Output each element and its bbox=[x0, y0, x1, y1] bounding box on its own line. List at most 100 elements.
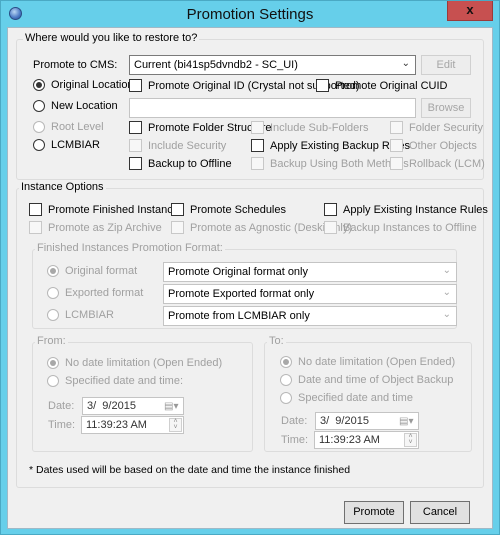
exported-format-select[interactable]: Promote Exported format only ⌄ bbox=[163, 284, 457, 304]
lcmbiar-format-select[interactable]: Promote from LCMBIAR only ⌄ bbox=[163, 306, 457, 326]
checkbox-rollback-lcm[interactable]: Rollback (LCM) bbox=[390, 157, 485, 170]
to-date-label: Date: bbox=[281, 415, 308, 427]
radio-original-location[interactable]: Original Location bbox=[33, 79, 134, 91]
promote-button[interactable]: Promote bbox=[344, 501, 404, 524]
radio-indicator bbox=[47, 309, 59, 321]
radio-indicator bbox=[280, 374, 292, 386]
checkbox-box bbox=[390, 157, 403, 170]
restore-group-label: Where would you like to restore to? bbox=[23, 32, 200, 44]
checkbox-backup-instances-to-offline[interactable]: Backup Instances to Offline bbox=[324, 221, 477, 234]
checkbox-folder-security[interactable]: Folder Security bbox=[390, 121, 483, 134]
checkbox-promote-finished-instances[interactable]: Promote Finished Instances bbox=[29, 203, 184, 216]
date-value: 3/ 9/2015 bbox=[320, 415, 369, 427]
checkbox-include-sub-folders[interactable]: Include Sub-Folders bbox=[251, 121, 368, 134]
from-radio-no-date-limitation[interactable]: No date limitation (Open Ended) bbox=[47, 357, 222, 369]
radio-label: New Location bbox=[51, 100, 118, 112]
to-label: To: bbox=[267, 335, 286, 347]
radio-lcmbiar[interactable]: LCMBIAR bbox=[33, 139, 100, 151]
radio-indicator bbox=[33, 121, 45, 133]
promotion-settings-window: Promotion Settings x Where would you lik… bbox=[0, 0, 500, 535]
close-button[interactable]: x bbox=[447, 1, 493, 21]
checkbox-other-objects[interactable]: Other Objects bbox=[390, 139, 477, 152]
time-value: 11:39:23 AM bbox=[86, 419, 147, 431]
checkbox-promote-schedules[interactable]: Promote Schedules bbox=[171, 203, 286, 216]
radio-label: Original format bbox=[65, 265, 138, 277]
checkbox-backup-using-both-methods[interactable]: Backup Using Both Methods bbox=[251, 157, 409, 170]
radio-indicator bbox=[280, 392, 292, 404]
checkbox-promote-as-zip-archive[interactable]: Promote as Zip Archive bbox=[29, 221, 162, 234]
spinner-icon[interactable]: ˄ ˅ bbox=[404, 433, 417, 447]
checkbox-box bbox=[324, 221, 337, 234]
radio-label: LCMBIAR bbox=[65, 309, 114, 321]
time-value: 11:39:23 AM bbox=[319, 434, 380, 446]
radio-indicator bbox=[33, 100, 45, 112]
checkbox-box bbox=[251, 157, 264, 170]
radio-indicator bbox=[47, 375, 59, 387]
checkbox-promote-original-cuid[interactable]: Promote Original CUID bbox=[316, 79, 447, 92]
checkbox-label: Include Security bbox=[148, 139, 227, 152]
radio-indicator bbox=[47, 357, 59, 369]
radio-indicator bbox=[33, 139, 45, 151]
new-location-path-input[interactable] bbox=[129, 98, 416, 118]
checkbox-box bbox=[29, 203, 42, 216]
checkbox-label: Promote as Zip Archive bbox=[48, 221, 162, 234]
to-radio-specified-date[interactable]: Specified date and time bbox=[280, 392, 413, 404]
spinner-icon[interactable]: ˄ ˅ bbox=[169, 418, 182, 432]
from-date-picker[interactable]: 3/ 9/2015 ▤▾ bbox=[82, 397, 184, 415]
checkbox-box bbox=[129, 139, 142, 152]
calendar-icon[interactable]: ▤▾ bbox=[399, 415, 415, 427]
calendar-icon[interactable]: ▤▾ bbox=[164, 400, 180, 412]
radio-indicator bbox=[47, 265, 59, 277]
from-label: From: bbox=[35, 335, 68, 347]
dialog-body: Where would you like to restore to? Prom… bbox=[7, 27, 493, 529]
checkbox-box bbox=[171, 221, 184, 234]
checkbox-label: Backup Instances to Offline bbox=[343, 221, 477, 234]
checkbox-label: Apply Existing Instance Rules bbox=[343, 203, 488, 216]
checkbox-label: Folder Security bbox=[409, 121, 483, 134]
radio-label: Original Location bbox=[51, 79, 134, 91]
browse-button[interactable]: Browse bbox=[421, 98, 471, 118]
radio-root-level[interactable]: Root Level bbox=[33, 121, 104, 133]
radio-label: LCMBIAR bbox=[51, 139, 100, 151]
checkbox-box bbox=[390, 139, 403, 152]
cancel-button[interactable]: Cancel bbox=[410, 501, 470, 524]
radio-label: No date limitation (Open Ended) bbox=[65, 357, 223, 369]
select-value: Promote from LCMBIAR only bbox=[168, 310, 310, 322]
checkbox-include-security[interactable]: Include Security bbox=[129, 139, 226, 152]
radio-new-location[interactable]: New Location bbox=[33, 100, 118, 112]
radio-label: Exported format bbox=[65, 287, 144, 299]
to-radio-object-backup-date[interactable]: Date and time of Object Backup bbox=[280, 374, 453, 386]
checkbox-box bbox=[251, 139, 264, 152]
checkbox-box bbox=[171, 203, 184, 216]
radio-label: Root Level bbox=[51, 121, 104, 133]
radio-lcmbiar-format[interactable]: LCMBIAR bbox=[47, 309, 114, 321]
original-format-select[interactable]: Promote Original format only ⌄ bbox=[163, 262, 457, 282]
chevron-down-icon: ⌄ bbox=[442, 309, 451, 320]
checkbox-label: Rollback (LCM) bbox=[409, 157, 485, 170]
from-time-picker[interactable]: 11:39:23 AM ˄ ˅ bbox=[81, 416, 184, 434]
checkbox-label: Promote Original CUID bbox=[335, 79, 448, 92]
cms-select-value: Current (bi41sp5dvndb2 - SC_UI) bbox=[134, 59, 298, 71]
checkbox-backup-to-offline[interactable]: Backup to Offline bbox=[129, 157, 232, 170]
promote-to-cms-label: Promote to CMS: bbox=[33, 59, 118, 71]
checkbox-box bbox=[390, 121, 403, 134]
to-time-picker[interactable]: 11:39:23 AM ˄ ˅ bbox=[314, 431, 419, 449]
edit-button[interactable]: Edit bbox=[421, 55, 471, 75]
from-date-label: Date: bbox=[48, 400, 75, 412]
window-title: Promotion Settings bbox=[186, 6, 314, 23]
select-value: Promote Exported format only bbox=[168, 288, 315, 300]
checkbox-label: Apply Existing Backup Rules bbox=[270, 139, 411, 152]
radio-original-format[interactable]: Original format bbox=[47, 265, 137, 277]
cms-select[interactable]: Current (bi41sp5dvndb2 - SC_UI) ⌄ bbox=[129, 55, 416, 75]
to-date-picker[interactable]: 3/ 9/2015 ▤▾ bbox=[315, 412, 419, 430]
chevron-down-icon: ⌄ bbox=[401, 58, 410, 69]
radio-indicator bbox=[280, 356, 292, 368]
title-bar[interactable]: Promotion Settings x bbox=[1, 1, 499, 27]
date-value: 3/ 9/2015 bbox=[87, 400, 136, 412]
checkbox-apply-existing-instance-rules[interactable]: Apply Existing Instance Rules bbox=[324, 203, 488, 216]
to-radio-no-date-limitation[interactable]: No date limitation (Open Ended) bbox=[280, 356, 455, 368]
radio-label: No date limitation (Open Ended) bbox=[298, 356, 456, 368]
radio-exported-format[interactable]: Exported format bbox=[47, 287, 143, 299]
from-radio-specified-date[interactable]: Specified date and time: bbox=[47, 375, 183, 387]
checkbox-apply-existing-backup-rules[interactable]: Apply Existing Backup Rules bbox=[251, 139, 410, 152]
